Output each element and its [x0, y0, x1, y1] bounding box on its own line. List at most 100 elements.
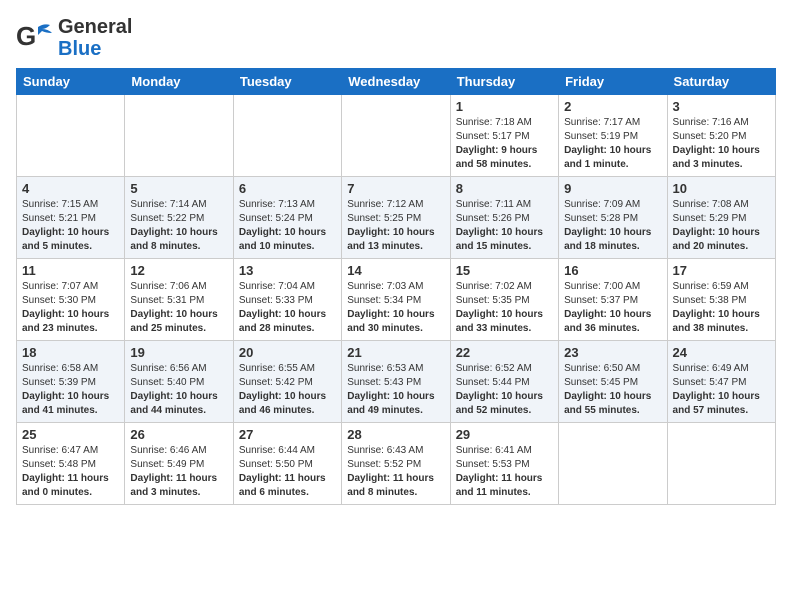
- calendar-cell: 2 Sunrise: 7:17 AMSunset: 5:19 PMDaylight…: [559, 95, 667, 177]
- day-info: Sunrise: 7:04 AMSunset: 5:33 PMDaylight:…: [239, 280, 336, 336]
- day-number: 3: [673, 99, 770, 114]
- day-number: 26: [130, 427, 227, 442]
- calendar-cell: 21Sunrise: 6:53 AMSunset: 5:43 PMDayligh…: [342, 341, 450, 423]
- weekday-header-row: SundayMondayTuesdayWednesdayThursdayFrid…: [17, 69, 776, 95]
- calendar-cell: 1 Sunrise: 7:18 AMSunset: 5:17 PMDaylight…: [450, 95, 558, 177]
- day-number: 14: [347, 263, 444, 278]
- day-number: 7: [347, 181, 444, 196]
- calendar-cell: 14 Sunrise: 7:03 AMSunset: 5:34 PMDayligh…: [342, 259, 450, 341]
- calendar-table: SundayMondayTuesdayWednesdayThursdayFrid…: [16, 68, 776, 505]
- day-number: 13: [239, 263, 336, 278]
- day-number: 27: [239, 427, 336, 442]
- weekday-header-tuesday: Tuesday: [233, 69, 341, 95]
- calendar-cell: 23 Sunrise: 6:50 AMSunset: 5:45 PMDayligh…: [559, 341, 667, 423]
- day-info: Sunrise: 7:15 AMSunset: 5:21 PMDaylight:…: [22, 198, 119, 254]
- calendar-cell: [125, 95, 233, 177]
- weekday-header-saturday: Saturday: [667, 69, 775, 95]
- day-info: Sunrise: 6:52 AMSunset: 5:44 PMDaylight:…: [456, 362, 553, 418]
- day-number: 19: [130, 345, 227, 360]
- day-number: 20: [239, 345, 336, 360]
- day-info: Sunrise: 7:14 AMSunset: 5:22 PMDaylight:…: [130, 198, 227, 254]
- day-number: 23: [564, 345, 661, 360]
- calendar-cell: 15Sunrise: 7:02 AMSunset: 5:35 PMDayligh…: [450, 259, 558, 341]
- calendar-cell: 6 Sunrise: 7:13 AMSunset: 5:24 PMDaylight…: [233, 177, 341, 259]
- svg-text:G: G: [16, 21, 36, 51]
- calendar-week-2: 4 Sunrise: 7:15 AMSunset: 5:21 PMDaylight…: [17, 177, 776, 259]
- day-number: 4: [22, 181, 119, 196]
- logo-blue: Blue: [58, 38, 132, 60]
- day-number: 16: [564, 263, 661, 278]
- calendar-cell: 20Sunrise: 6:55 AMSunset: 5:42 PMDayligh…: [233, 341, 341, 423]
- calendar-week-5: 25 Sunrise: 6:47 AMSunset: 5:48 PMDayligh…: [17, 423, 776, 505]
- day-number: 9: [564, 181, 661, 196]
- calendar-cell: 4 Sunrise: 7:15 AMSunset: 5:21 PMDaylight…: [17, 177, 125, 259]
- page-header: G General Blue: [16, 16, 776, 60]
- calendar-cell: 5 Sunrise: 7:14 AMSunset: 5:22 PMDaylight…: [125, 177, 233, 259]
- calendar-cell: [233, 95, 341, 177]
- day-number: 17: [673, 263, 770, 278]
- calendar-cell: [17, 95, 125, 177]
- day-info: Sunrise: 7:06 AMSunset: 5:31 PMDaylight:…: [130, 280, 227, 336]
- day-info: Sunrise: 7:12 AMSunset: 5:25 PMDaylight:…: [347, 198, 444, 254]
- day-number: 24: [673, 345, 770, 360]
- day-number: 18: [22, 345, 119, 360]
- logo-general: General: [58, 16, 132, 38]
- calendar-cell: 26 Sunrise: 6:46 AMSunset: 5:49 PMDayligh…: [125, 423, 233, 505]
- day-info: Sunrise: 7:13 AMSunset: 5:24 PMDaylight:…: [239, 198, 336, 254]
- day-number: 25: [22, 427, 119, 442]
- day-info: Sunrise: 6:59 AMSunset: 5:38 PMDaylight:…: [673, 280, 770, 336]
- day-number: 10: [673, 181, 770, 196]
- day-number: 22: [456, 345, 553, 360]
- day-number: 8: [456, 181, 553, 196]
- day-number: 11: [22, 263, 119, 278]
- calendar-cell: 13 Sunrise: 7:04 AMSunset: 5:33 PMDayligh…: [233, 259, 341, 341]
- weekday-header-wednesday: Wednesday: [342, 69, 450, 95]
- calendar-cell: 10 Sunrise: 7:08 AMSunset: 5:29 PMDayligh…: [667, 177, 775, 259]
- calendar-cell: 29Sunrise: 6:41 AMSunset: 5:53 PMDayligh…: [450, 423, 558, 505]
- day-info: Sunrise: 7:07 AMSunset: 5:30 PMDaylight:…: [22, 280, 119, 336]
- day-number: 28: [347, 427, 444, 442]
- calendar-cell: 7 Sunrise: 7:12 AMSunset: 5:25 PMDaylight…: [342, 177, 450, 259]
- calendar-cell: 28 Sunrise: 6:43 AMSunset: 5:52 PMDayligh…: [342, 423, 450, 505]
- calendar-cell: 12 Sunrise: 7:06 AMSunset: 5:31 PMDayligh…: [125, 259, 233, 341]
- calendar-cell: 27Sunrise: 6:44 AMSunset: 5:50 PMDayligh…: [233, 423, 341, 505]
- day-info: Sunrise: 7:09 AMSunset: 5:28 PMDaylight:…: [564, 198, 661, 254]
- calendar-cell: 19 Sunrise: 6:56 AMSunset: 5:40 PMDayligh…: [125, 341, 233, 423]
- day-info: Sunrise: 7:02 AMSunset: 5:35 PMDaylight:…: [456, 280, 553, 336]
- day-info: Sunrise: 6:50 AMSunset: 5:45 PMDaylight:…: [564, 362, 661, 418]
- day-info: Sunrise: 7:17 AMSunset: 5:19 PMDaylight:…: [564, 116, 661, 172]
- day-info: Sunrise: 7:11 AMSunset: 5:26 PMDaylight:…: [456, 198, 553, 254]
- calendar-cell: 8 Sunrise: 7:11 AMSunset: 5:26 PMDaylight…: [450, 177, 558, 259]
- day-number: 1: [456, 99, 553, 114]
- day-number: 2: [564, 99, 661, 114]
- day-number: 6: [239, 181, 336, 196]
- calendar-cell: [667, 423, 775, 505]
- calendar-week-1: 1 Sunrise: 7:18 AMSunset: 5:17 PMDaylight…: [17, 95, 776, 177]
- day-number: 5: [130, 181, 227, 196]
- calendar-cell: 18 Sunrise: 6:58 AMSunset: 5:39 PMDayligh…: [17, 341, 125, 423]
- day-info: Sunrise: 6:56 AMSunset: 5:40 PMDaylight:…: [130, 362, 227, 418]
- day-info: Sunrise: 6:46 AMSunset: 5:49 PMDaylight:…: [130, 444, 227, 500]
- day-info: Sunrise: 7:18 AMSunset: 5:17 PMDaylight:…: [456, 116, 553, 172]
- calendar-cell: 17 Sunrise: 6:59 AMSunset: 5:38 PMDayligh…: [667, 259, 775, 341]
- day-info: Sunrise: 7:00 AMSunset: 5:37 PMDaylight:…: [564, 280, 661, 336]
- logo: G General Blue: [16, 16, 132, 60]
- weekday-header-sunday: Sunday: [17, 69, 125, 95]
- day-info: Sunrise: 6:53 AMSunset: 5:43 PMDaylight:…: [347, 362, 444, 418]
- weekday-header-monday: Monday: [125, 69, 233, 95]
- day-info: Sunrise: 7:03 AMSunset: 5:34 PMDaylight:…: [347, 280, 444, 336]
- day-info: Sunrise: 7:16 AMSunset: 5:20 PMDaylight:…: [673, 116, 770, 172]
- day-info: Sunrise: 6:47 AMSunset: 5:48 PMDaylight:…: [22, 444, 119, 500]
- day-info: Sunrise: 6:43 AMSunset: 5:52 PMDaylight:…: [347, 444, 444, 500]
- day-info: Sunrise: 6:58 AMSunset: 5:39 PMDaylight:…: [22, 362, 119, 418]
- calendar-cell: 22 Sunrise: 6:52 AMSunset: 5:44 PMDayligh…: [450, 341, 558, 423]
- calendar-week-3: 11 Sunrise: 7:07 AMSunset: 5:30 PMDayligh…: [17, 259, 776, 341]
- calendar-cell: 24 Sunrise: 6:49 AMSunset: 5:47 PMDayligh…: [667, 341, 775, 423]
- calendar-cell: 3 Sunrise: 7:16 AMSunset: 5:20 PMDaylight…: [667, 95, 775, 177]
- day-number: 12: [130, 263, 227, 278]
- day-info: Sunrise: 6:49 AMSunset: 5:47 PMDaylight:…: [673, 362, 770, 418]
- calendar-week-4: 18 Sunrise: 6:58 AMSunset: 5:39 PMDayligh…: [17, 341, 776, 423]
- weekday-header-friday: Friday: [559, 69, 667, 95]
- calendar-cell: 11 Sunrise: 7:07 AMSunset: 5:30 PMDayligh…: [17, 259, 125, 341]
- day-info: Sunrise: 7:08 AMSunset: 5:29 PMDaylight:…: [673, 198, 770, 254]
